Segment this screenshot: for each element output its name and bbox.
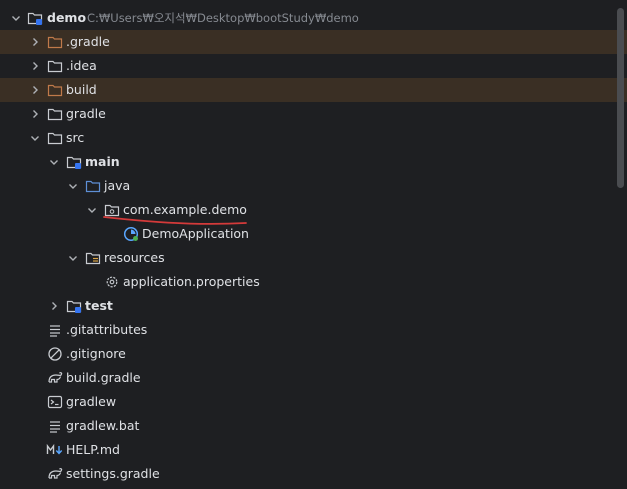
item-label: java (104, 178, 131, 193)
chevron-right-icon[interactable] (46, 294, 62, 318)
project-tree: demo C:₩Users₩오지석₩Desktop₩bootStudy₩demo… (0, 6, 627, 486)
chevron-down-icon[interactable] (46, 150, 62, 174)
tree-row-help-md[interactable]: HELP.md (0, 438, 627, 462)
item-label: DemoApplication (142, 226, 249, 241)
chevron-right-icon[interactable] (27, 102, 43, 126)
chevron-down-icon[interactable] (65, 246, 81, 270)
item-label: HELP.md (66, 442, 120, 457)
folder-icon (47, 106, 63, 122)
tree-row-application-properties[interactable]: application.properties (0, 270, 627, 294)
item-label: test (85, 298, 113, 313)
tree-row-gitattributes[interactable]: .gitattributes (0, 318, 627, 342)
chevron-down-icon[interactable] (8, 6, 24, 30)
vertical-scrollbar[interactable] (617, 8, 624, 188)
item-label: com.example.demo (123, 202, 247, 217)
spring-boot-class-icon (123, 226, 139, 242)
chevron-right-icon[interactable] (27, 30, 43, 54)
item-label: application.properties (123, 274, 260, 289)
item-label: .gitignore (66, 346, 126, 361)
item-label: resources (104, 250, 165, 265)
module-folder-icon (27, 10, 43, 26)
project-path: C:₩Users₩오지석₩Desktop₩bootStudy₩demo (87, 11, 359, 25)
chevron-right-icon[interactable] (27, 54, 43, 78)
item-label: .gradle (66, 34, 110, 49)
tree-row-gradlew[interactable]: gradlew (0, 390, 627, 414)
tree-row-gitignore[interactable]: .gitignore (0, 342, 627, 366)
tree-row-test[interactable]: test (0, 294, 627, 318)
tree-row-demo-application[interactable]: DemoApplication (0, 222, 627, 246)
folder-icon (47, 82, 63, 98)
package-icon (104, 202, 120, 218)
folder-icon (47, 34, 63, 50)
item-label: main (85, 154, 120, 169)
chevron-down-icon[interactable] (65, 174, 81, 198)
text-file-icon (47, 418, 63, 434)
item-label: gradle (66, 106, 106, 121)
tree-row-resources[interactable]: resources (0, 246, 627, 270)
shell-script-icon (47, 394, 63, 410)
tree-row-idea[interactable]: .idea (0, 54, 627, 78)
tree-row-settings-gradle[interactable]: settings.gradle (0, 462, 627, 486)
folder-icon (47, 130, 63, 146)
ignore-file-icon (47, 346, 63, 362)
item-label: .idea (66, 58, 97, 73)
tree-row-gradlew-bat[interactable]: gradlew.bat (0, 414, 627, 438)
gradle-elephant-icon (47, 370, 63, 386)
folder-icon (47, 58, 63, 74)
source-folder-icon (85, 178, 101, 194)
item-label: gradlew.bat (66, 418, 140, 433)
resources-folder-icon (85, 250, 101, 266)
tree-row-build[interactable]: build (0, 78, 627, 102)
tree-row-dot-gradle[interactable]: .gradle (0, 30, 627, 54)
item-label: .gitattributes (66, 322, 148, 337)
project-name: demo (47, 10, 87, 25)
tree-row-package[interactable]: com.example.demo (0, 198, 627, 222)
item-label: settings.gradle (66, 466, 160, 481)
chevron-down-icon[interactable] (27, 126, 43, 150)
settings-gear-icon (104, 274, 120, 290)
tree-row-src[interactable]: src (0, 126, 627, 150)
item-label: build.gradle (66, 370, 141, 385)
tree-row-java[interactable]: java (0, 174, 627, 198)
tree-row-build-gradle[interactable]: build.gradle (0, 366, 627, 390)
tree-row-demo[interactable]: demo C:₩Users₩오지석₩Desktop₩bootStudy₩demo (0, 6, 627, 30)
module-folder-icon (66, 154, 82, 170)
markdown-icon (46, 442, 64, 458)
gradle-elephant-icon (47, 466, 63, 482)
item-label: src (66, 130, 85, 145)
text-file-icon (47, 322, 63, 338)
chevron-down-icon[interactable] (84, 198, 100, 222)
tree-row-main[interactable]: main (0, 150, 627, 174)
chevron-right-icon[interactable] (27, 78, 43, 102)
module-folder-icon (66, 298, 82, 314)
item-label: build (66, 82, 97, 97)
tree-row-gradle[interactable]: gradle (0, 102, 627, 126)
item-label: gradlew (66, 394, 117, 409)
